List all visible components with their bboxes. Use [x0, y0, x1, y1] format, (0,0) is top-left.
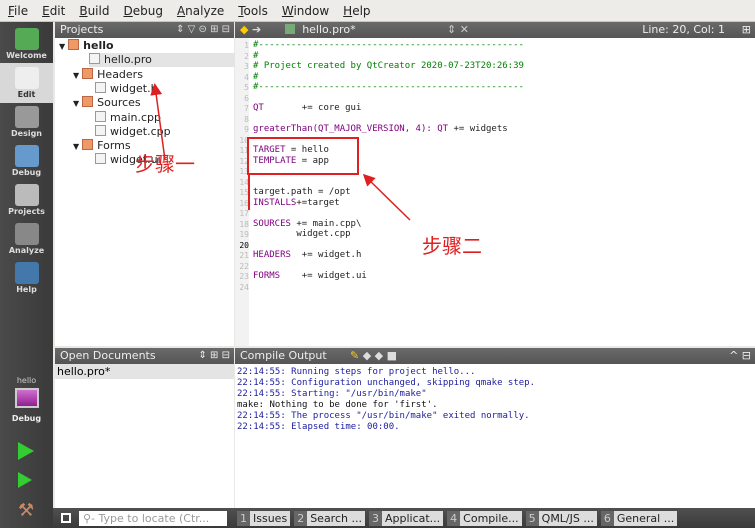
annotation-overlay [150, 83, 411, 221]
annotation-step1: 步骤一 [135, 152, 195, 176]
annotation-arrow-2 [362, 173, 411, 221]
annotation-step2: 步骤二 [422, 234, 482, 258]
annotation-box [247, 137, 359, 175]
